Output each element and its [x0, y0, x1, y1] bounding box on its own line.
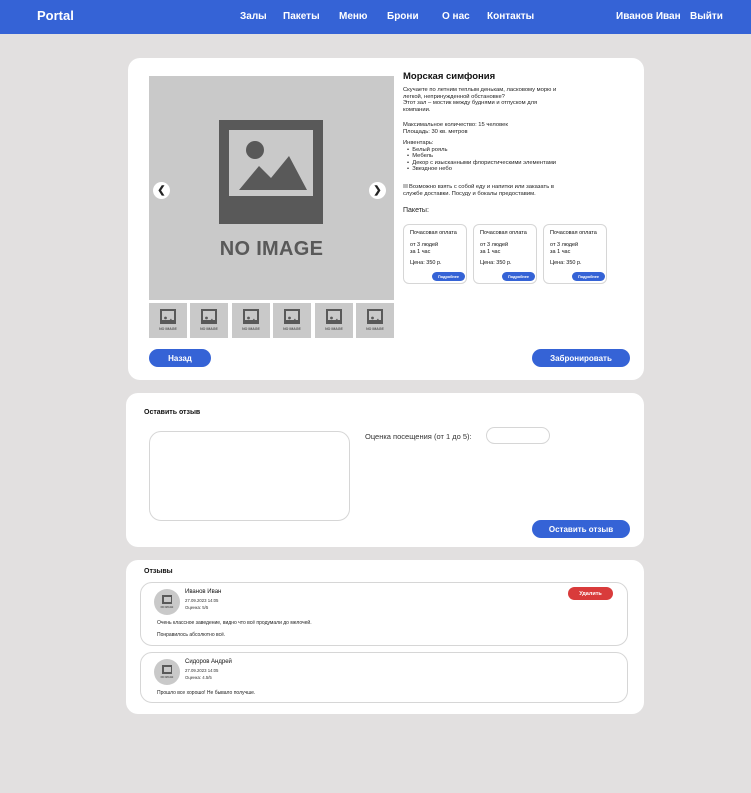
package-card: Почасовая оплата от 3 людей за 1 час Цена… — [473, 224, 537, 284]
review-text: Понравилось абсолютно всё. — [157, 632, 226, 638]
image-placeholder-icon — [367, 309, 383, 324]
gallery-main-image: NO IMAGE — [149, 76, 394, 300]
hall-area: Площадь: 30 кв. метров — [403, 128, 468, 135]
inventory-item: • Белый рояль — [407, 146, 448, 153]
avatar: NO IMAGE — [154, 589, 180, 615]
gallery-next-button[interactable]: ❯ — [369, 182, 386, 199]
description-line: Этот зал – мостик между буднями и отпуск… — [403, 100, 538, 107]
description-line: Скучаете по летним теплым денькам, ласко… — [403, 87, 557, 93]
review-textarea[interactable] — [149, 431, 350, 521]
nav-link-menu[interactable]: Меню — [339, 11, 367, 22]
submit-review-button[interactable]: Оставить отзыв — [532, 520, 630, 538]
packages-label: Пакеты: — [403, 207, 429, 214]
package-price: Цена: 350 р. — [410, 260, 442, 266]
thumbnail-label: NO IMAGE — [200, 327, 218, 331]
package-terms: от 3 людей за 1 час — [550, 242, 579, 255]
package-terms: от 3 людей за 1 час — [410, 242, 439, 255]
review-author: Иванов Иван — [185, 589, 222, 595]
logout-link[interactable]: Выйти — [690, 11, 723, 22]
image-placeholder-icon — [201, 309, 217, 324]
review-date: 27.09.2023 14:05 — [185, 668, 219, 673]
package-name: Почасовая оплата — [550, 230, 597, 236]
image-placeholder-icon — [162, 665, 172, 674]
inventory-item: • Декор с изысканными флористическими эл… — [407, 159, 557, 166]
package-price: Цена: 350 р. — [480, 260, 512, 266]
reviews-title: Отзывы — [144, 568, 173, 575]
hall-food-note: Возможно взять с собой еду и напитки или… — [403, 184, 593, 197]
chevron-right-icon: ❯ — [373, 185, 382, 196]
inventory-label: Инвентарь: — [403, 140, 434, 146]
package-card: Почасовая оплата от 3 людей за 1 час Цена… — [403, 224, 467, 284]
nav-link-halls[interactable]: Залы — [240, 11, 267, 22]
package-name: Почасовая оплата — [410, 230, 457, 236]
image-placeholder-icon — [243, 309, 259, 324]
hall-description: Скучаете по летним теплым денькам, ласко… — [403, 87, 593, 113]
gallery-thumbnail[interactable]: NO IMAGE — [190, 303, 228, 338]
thumbnail-label: NO IMAGE — [325, 327, 343, 331]
delete-review-button[interactable]: Удалить — [568, 587, 613, 600]
description-line: легкой, непринужденной обстановке? — [403, 93, 505, 100]
nav-link-about[interactable]: О нас — [442, 11, 470, 22]
package-card: Почасовая оплата от 3 людей за 1 час Цена… — [543, 224, 607, 284]
package-name: Почасовая оплата — [480, 230, 527, 236]
rating-label: Оценка посещения (от 1 до 5): — [365, 432, 472, 441]
gallery-thumbnail[interactable]: NO IMAGE — [315, 303, 353, 338]
top-navbar: Portal Залы Пакеты Меню Брони О нас Конт… — [0, 0, 751, 34]
package-details-button[interactable]: Подробнее — [572, 272, 605, 281]
inventory-item: • Мебель — [407, 153, 434, 160]
review-item: NO IMAGE Сидоров Андрей 27.09.2023 14:05… — [140, 652, 628, 703]
description-line: компании. — [403, 106, 431, 113]
hall-capacity: Максимальное количество: 15 человек — [403, 122, 508, 128]
food-note-line: Возможно взять с собой еду и напитки или… — [403, 184, 593, 191]
gallery-prev-button[interactable]: ❮ — [153, 182, 170, 199]
review-form-title: Оставить отзыв — [144, 409, 201, 416]
package-details-button[interactable]: Подробнее — [502, 272, 535, 281]
thumbnail-label: NO IMAGE — [283, 327, 301, 331]
package-terms: от 3 людей за 1 час — [480, 242, 509, 255]
gallery-thumbnail[interactable]: NO IMAGE — [149, 303, 187, 338]
package-details-button[interactable]: Подробнее — [432, 272, 465, 281]
nav-link-contacts[interactable]: Контакты — [487, 11, 534, 22]
nav-link-bookings[interactable]: Брони — [387, 11, 419, 22]
image-placeholder-icon — [326, 309, 342, 324]
review-item: NO IMAGE Иванов Иван 27.09.2023 14:05 Оц… — [140, 582, 628, 646]
thumbnail-label: NO IMAGE — [159, 327, 177, 331]
package-price: Цена: 350 р. — [550, 260, 582, 266]
gallery-thumbnail[interactable]: NO IMAGE — [356, 303, 394, 338]
user-name-link[interactable]: Иванов Иван — [616, 11, 681, 22]
image-placeholder-icon — [284, 309, 300, 324]
brand-logo[interactable]: Portal — [37, 8, 74, 23]
thumbnail-label: NO IMAGE — [242, 327, 260, 331]
back-button[interactable]: Назад — [149, 349, 211, 367]
thumbnail-label: NO IMAGE — [366, 327, 384, 331]
review-date: 27.09.2023 14:05 — [185, 598, 219, 603]
hall-specs: Максимальное количество: 15 человек Площ… — [403, 122, 593, 135]
hall-inventory: Инвентарь: • Белый рояль • Мебель • Деко… — [403, 140, 593, 173]
nav-link-packages[interactable]: Пакеты — [283, 11, 320, 22]
review-author: Сидоров Андрей — [185, 659, 232, 665]
review-rating: Оценка: 4.5/5 — [185, 675, 212, 680]
gallery-thumbnail[interactable]: NO IMAGE — [232, 303, 270, 338]
image-placeholder-icon — [160, 309, 176, 324]
rating-input[interactable] — [486, 427, 550, 444]
image-placeholder-icon — [162, 595, 172, 604]
chevron-left-icon: ❮ — [157, 185, 166, 196]
review-text: Прошло все хорошо! Не бывало получше. — [157, 690, 256, 696]
food-note-line: службе доставки. Посуду и бокалы предост… — [403, 190, 536, 197]
hall-title: Морская симфония — [403, 71, 496, 82]
avatar: NO IMAGE — [154, 659, 180, 685]
review-rating: Оценка: 5/5 — [185, 605, 209, 610]
inventory-item: • Звездное небо — [407, 166, 452, 173]
avatar-label: NO IMAGE — [160, 676, 174, 679]
avatar-label: NO IMAGE — [160, 606, 174, 609]
no-image-label: NO IMAGE — [219, 238, 324, 260]
food-note-icon — [403, 184, 408, 188]
image-placeholder-icon — [219, 120, 323, 224]
book-button[interactable]: Забронировать — [532, 349, 630, 367]
review-text: Очень классное заведение, видно что всё … — [157, 620, 312, 626]
gallery-thumbnail[interactable]: NO IMAGE — [273, 303, 311, 338]
